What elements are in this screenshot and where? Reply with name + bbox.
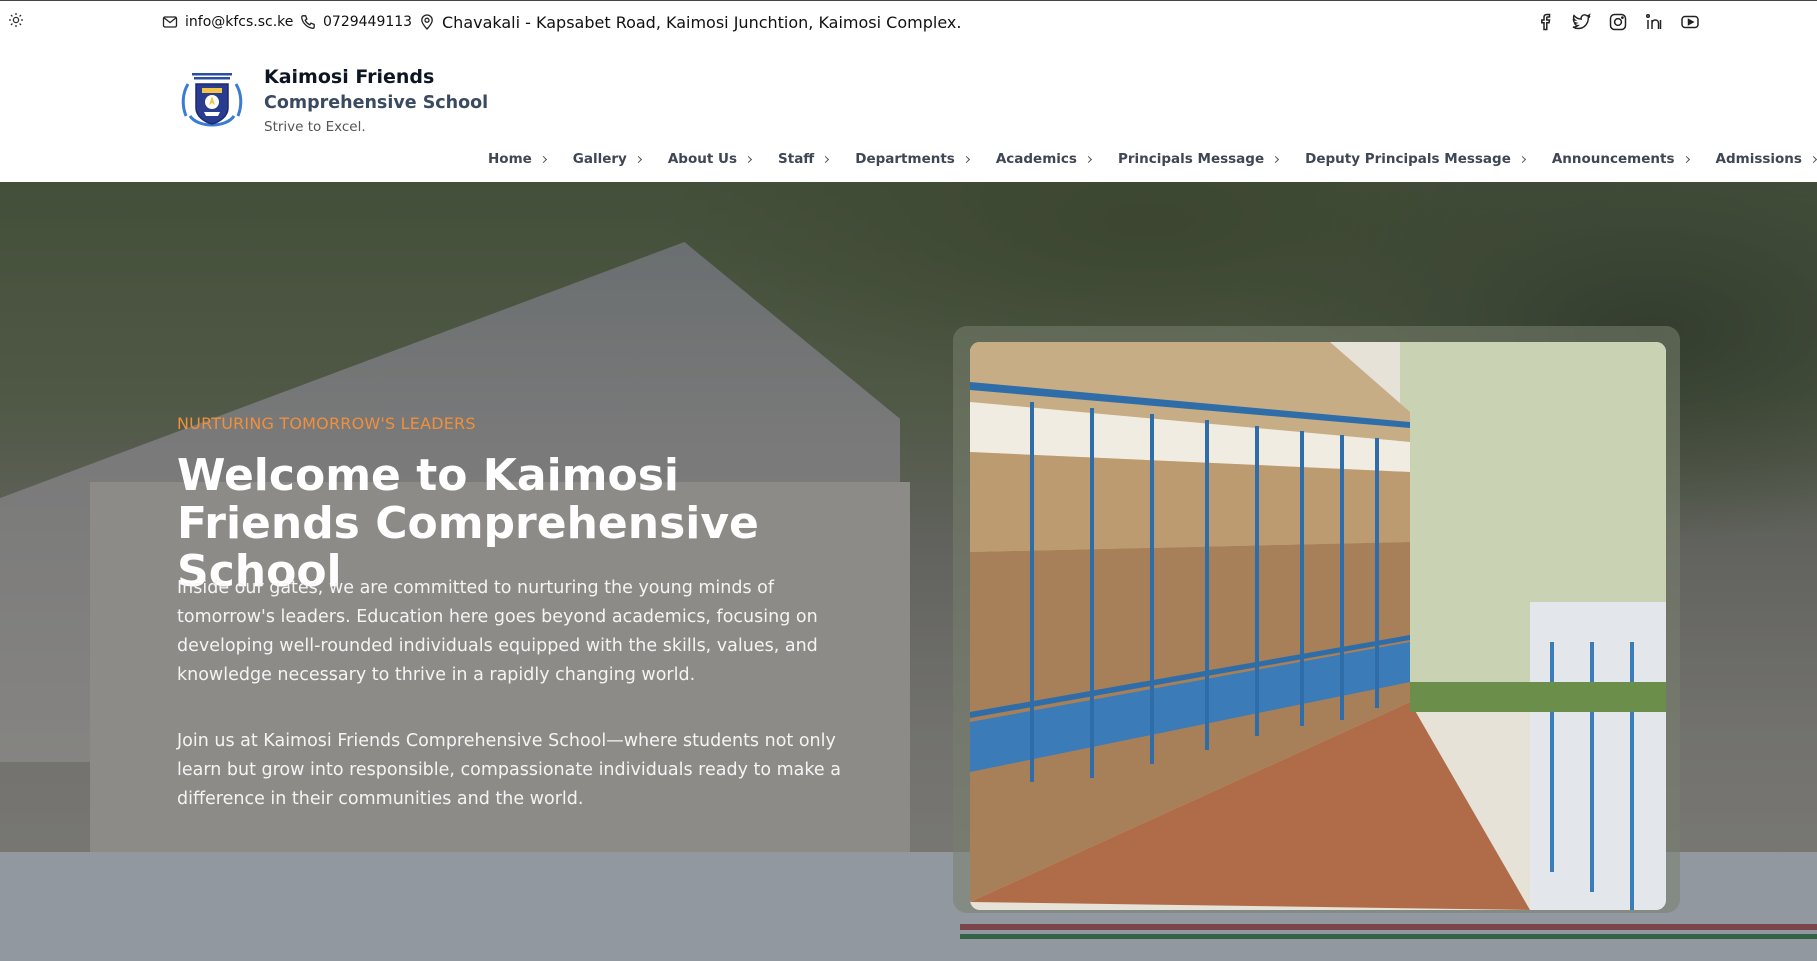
nav-item-label: Academics [995, 151, 1077, 167]
school-logo[interactable] [176, 66, 248, 138]
contact-address-text: Chavakali - Kapsabet Road, Kaimosi Junch… [442, 12, 962, 32]
nav-item-announcements[interactable]: Announcements [1551, 151, 1690, 167]
nav-item-label: Gallery [572, 151, 627, 167]
hero-section: NURTURING TOMORROW'S LEADERS Welcome to … [0, 182, 1817, 961]
hero-eyebrow: NURTURING TOMORROW'S LEADERS [177, 414, 476, 433]
nav-item-label: Home [488, 151, 532, 167]
nav-item-departments[interactable]: Departments [855, 151, 970, 167]
hero-photo-school-building [970, 342, 1666, 910]
hero-paragraph-join: Join us at Kaimosi Friends Comprehensive… [177, 731, 841, 809]
instagram-icon[interactable] [1608, 12, 1628, 32]
contact-phone[interactable]: 0729449113 [300, 1, 412, 43]
contact-email-text: info@kfcs.sc.ke [185, 14, 294, 30]
nav-item-admissions[interactable]: Admissions [1715, 151, 1817, 167]
chevron-right-icon [539, 155, 547, 163]
nav-item-label: Departments [855, 151, 955, 167]
nav-item-label: About Us [667, 151, 738, 167]
twitter-icon[interactable] [1572, 12, 1592, 32]
site-header: Kaimosi Friends Comprehensive School Str… [0, 42, 1817, 182]
top-bar: info@kfcs.sc.ke 0729449113 Chavakali - K… [0, 0, 1817, 42]
nav-item-label: Deputy Principals Message [1305, 151, 1511, 167]
chevron-right-icon [634, 155, 642, 163]
phone-icon [301, 15, 315, 29]
nav-item-principals-message[interactable]: Principals Message [1117, 151, 1280, 167]
nav-item-gallery[interactable]: Gallery [572, 151, 642, 167]
theme-toggle-sun-icon[interactable] [8, 12, 24, 28]
chevron-right-icon [744, 155, 753, 163]
chevron-right-icon [1272, 155, 1280, 163]
map-pin-icon [421, 14, 433, 30]
nav-item-label: Announcements [1551, 151, 1675, 167]
nav-item-label: Staff [778, 151, 815, 167]
nav-item-academics[interactable]: Academics [995, 151, 1092, 167]
nav-item-staff[interactable]: Staff [778, 151, 830, 167]
chevron-right-icon [1518, 155, 1526, 163]
mail-icon [162, 16, 178, 28]
contact-address: Chavakali - Kapsabet Road, Kaimosi Junch… [419, 1, 961, 43]
main-navigation: Home Gallery About Us Staff Departments … [488, 144, 1817, 174]
nav-item-home[interactable]: Home [488, 151, 547, 167]
facebook-icon[interactable] [1536, 12, 1556, 32]
hero-paragraph-intro: Inside our gates, we are committed to nu… [177, 578, 818, 685]
chevron-right-icon [1084, 155, 1092, 163]
contact-email[interactable]: info@kfcs.sc.ke [162, 1, 293, 43]
chevron-right-icon [962, 155, 970, 163]
brand-name[interactable]: Kaimosi Friends [264, 66, 434, 88]
linkedin-icon[interactable] [1644, 12, 1664, 32]
nav-item-label: Admissions [1715, 151, 1802, 167]
nav-item-about-us[interactable]: About Us [667, 151, 753, 167]
brand-subtitle[interactable]: Comprehensive School [264, 93, 488, 113]
chevron-right-icon [1809, 155, 1817, 163]
chevron-right-icon [1682, 155, 1690, 163]
chevron-right-icon [822, 155, 830, 163]
contact-phone-text: 0729449113 [323, 14, 413, 30]
social-links [1536, 1, 1700, 43]
brand-tagline: Strive to Excel. [264, 119, 366, 135]
nav-item-label: Principals Message [1117, 151, 1265, 167]
nav-item-deputy-principals-message[interactable]: Deputy Principals Message [1305, 151, 1526, 167]
youtube-icon[interactable] [1680, 12, 1700, 32]
